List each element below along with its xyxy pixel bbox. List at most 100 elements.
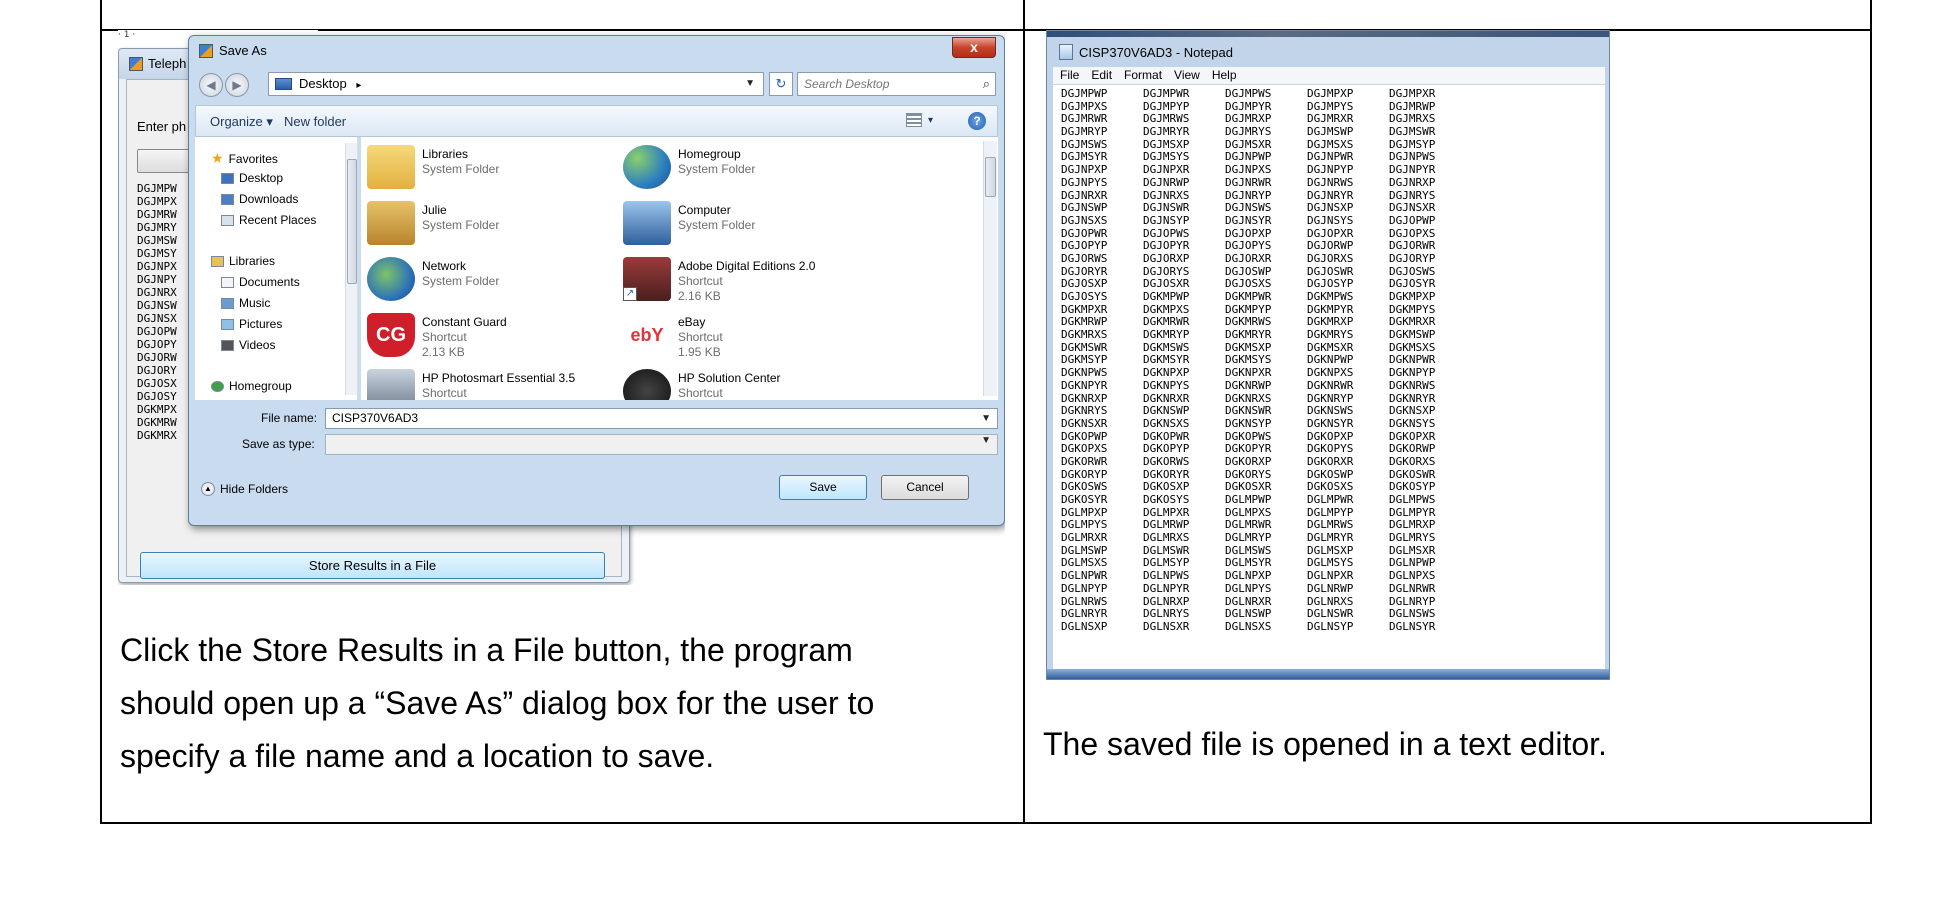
search-input[interactable] xyxy=(804,77,954,91)
notepad-text-area[interactable]: DGJMPWP DGJMPWR DGJMPWS DGJMPXP DGJMPXR DGJMP… xyxy=(1053,85,1605,670)
file-item[interactable]: HP Solution Center Shortcut xyxy=(623,367,863,400)
file-type: Shortcut xyxy=(422,330,467,344)
text-line: DGJNPXP DGJNPXR DGJNPXS DGJNPYP DGJNPYR xyxy=(1061,163,1605,177)
hide-folders-toggle[interactable]: ▲ Hide Folders xyxy=(201,482,288,496)
chevron-down-icon[interactable]: ▼ xyxy=(981,409,991,428)
nav-pictures[interactable]: Pictures xyxy=(221,317,282,331)
save-as-type-select[interactable]: ▼ xyxy=(325,434,998,455)
command-bar: Organize ▾ New folder ▾ ? xyxy=(195,105,998,137)
file-name-input[interactable] xyxy=(332,411,932,425)
chevron-down-icon[interactable]: ▼ xyxy=(981,435,991,446)
close-button[interactable]: x xyxy=(952,37,996,58)
text-token: DGLNPWS xyxy=(1143,569,1190,583)
nav-desktop[interactable]: Desktop xyxy=(221,171,283,185)
text-token: DGLMRYS xyxy=(1389,531,1436,545)
left-caption-line: should open up a “Save As” dialog box fo… xyxy=(120,685,875,721)
library-folder-icon xyxy=(367,145,415,189)
text-token: DGLNSWP xyxy=(1225,607,1272,621)
text-token: DGJORXS xyxy=(1307,251,1354,265)
organize-menu[interactable]: Organize ▾ xyxy=(210,114,273,130)
nav-homegroup[interactable]: Homegroup xyxy=(211,379,292,393)
nav-scrollbar-thumb[interactable] xyxy=(347,159,357,284)
text-token: DGLNSXR xyxy=(1143,619,1190,633)
save-button[interactable]: Save xyxy=(779,475,867,500)
refresh-icon[interactable]: ↻ xyxy=(769,72,793,96)
file-item[interactable]: CG Constant Guard Shortcut 2.13 KB xyxy=(367,311,607,361)
text-token: DGKNPXP xyxy=(1143,366,1190,380)
text-token: DGKMPXP xyxy=(1389,290,1436,303)
file-item[interactable]: Computer System Folder xyxy=(623,199,863,249)
nav-music-label: Music xyxy=(239,296,271,310)
text-token: DGJNSXS xyxy=(1061,213,1108,227)
desktop-strip xyxy=(1047,31,1609,37)
text-token: DGKNPYS xyxy=(1143,378,1190,392)
dialog-titlebar: Save As xyxy=(199,43,267,58)
text-token: DGJNSWP xyxy=(1061,201,1108,215)
telephone-app-title: Teleph xyxy=(148,56,187,71)
nav-scrollbar[interactable] xyxy=(345,143,357,395)
cancel-button[interactable]: Cancel xyxy=(881,475,969,500)
search-box[interactable]: ⌕ xyxy=(797,72,996,96)
text-token: DGJMPWS xyxy=(1225,87,1272,100)
file-name-label: File name: xyxy=(261,411,318,425)
help-icon[interactable]: ? xyxy=(968,112,986,130)
desktop-icon xyxy=(275,78,292,90)
forward-icon[interactable]: ▶ xyxy=(225,73,249,97)
menu-item-format[interactable]: Format xyxy=(1124,67,1162,84)
file-name-field[interactable]: ▼ xyxy=(325,408,998,429)
file-item[interactable]: ↗ Adobe Digital Editions 2.0 Shortcut 2.… xyxy=(623,255,863,305)
nav-downloads[interactable]: Downloads xyxy=(221,192,298,206)
menu-item-view[interactable]: View xyxy=(1174,67,1200,84)
text-token: DGJMPWR xyxy=(1143,87,1190,100)
nav-desktop-label: Desktop xyxy=(239,171,284,185)
nav-videos[interactable]: Videos xyxy=(221,338,275,352)
nav-favorites[interactable]: ★ Favorites xyxy=(211,150,278,167)
table-border-bottom xyxy=(100,822,1872,824)
recent-places-icon xyxy=(221,214,234,226)
menu-item-help[interactable]: Help xyxy=(1212,67,1237,84)
left-caption-line: Click the Store Results in a File button… xyxy=(120,632,853,668)
file-item[interactable]: Julie System Folder xyxy=(367,199,607,249)
back-icon[interactable]: ◀ xyxy=(199,73,223,97)
text-token: DGKNPXS xyxy=(1307,366,1354,380)
file-list-scrollbar-thumb[interactable] xyxy=(985,157,996,197)
menu-item-file[interactable]: File xyxy=(1060,67,1079,84)
save-dialog-screenshot: · 1 · Teleph Enter ph DGJMPW DGJMPX DGJMRW… xyxy=(118,30,1005,585)
file-size: 2.13 KB xyxy=(422,345,465,359)
text-token: DGJNRWR xyxy=(1225,175,1272,189)
document-page: · 1 · Teleph Enter ph DGJMPW DGJMPX DGJMRW… xyxy=(0,0,1960,910)
view-dropdown-icon[interactable]: ▾ xyxy=(928,115,933,126)
view-options-icon[interactable] xyxy=(906,113,922,127)
address-bar[interactable]: Desktop ▸ ▼ xyxy=(268,72,764,96)
nav-documents[interactable]: Documents xyxy=(221,275,300,289)
nav-libraries[interactable]: Libraries xyxy=(211,254,275,268)
file-item[interactable]: ebY eBay Shortcut 1.95 KB xyxy=(623,311,863,361)
text-token: DGKORWR xyxy=(1061,454,1108,468)
store-results-button[interactable]: Store Results in a File xyxy=(140,552,605,579)
new-folder-button[interactable]: New folder xyxy=(284,114,346,129)
nav-videos-label: Videos xyxy=(239,338,276,352)
hide-folders-label: Hide Folders xyxy=(220,482,289,496)
text-line: DGJMPWP DGJMPWR DGJMPWS DGJMPXP DGJMPXR xyxy=(1061,87,1605,101)
text-line: DGLNRYR DGLNRYS DGLNSWP DGLNSWR DGLNSWS xyxy=(1061,607,1605,621)
address-desktop[interactable]: Desktop xyxy=(299,76,347,91)
file-item[interactable]: Network System Folder xyxy=(367,255,607,305)
text-token: DGKMPWS xyxy=(1307,290,1354,303)
text-token: DGJNPXS xyxy=(1225,163,1272,177)
text-token: DGLMPWP xyxy=(1225,493,1272,506)
file-item[interactable]: Homegroup System Folder xyxy=(623,143,863,193)
music-icon xyxy=(221,297,234,309)
file-name: eBay xyxy=(678,315,706,329)
nav-music[interactable]: Music xyxy=(221,296,270,310)
nav-recent-places[interactable]: Recent Places xyxy=(221,213,316,227)
file-item[interactable]: HP Photosmart Essential 3.5 Shortcut xyxy=(367,367,607,400)
navigation-pane: ★ Favorites Desktop Downloads Recent Plac… xyxy=(195,137,358,400)
chevron-down-icon[interactable]: ▼ xyxy=(745,73,755,95)
menu-item-edit[interactable]: Edit xyxy=(1091,67,1112,84)
save-as-type-label: Save as type: xyxy=(242,437,315,451)
text-token: DGKNSXP xyxy=(1389,404,1436,418)
documents-icon xyxy=(221,276,234,288)
file-item[interactable]: Libraries System Folder xyxy=(367,143,607,193)
search-icon[interactable]: ⌕ xyxy=(983,73,990,95)
file-list-scrollbar[interactable] xyxy=(983,141,997,396)
